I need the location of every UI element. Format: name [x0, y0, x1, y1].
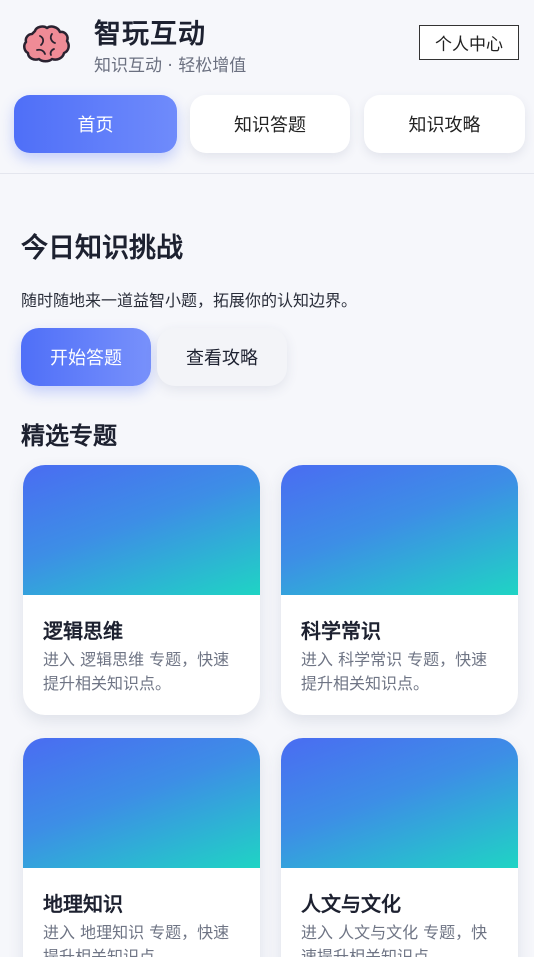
topic-cover-image	[23, 738, 260, 868]
topic-card-humanities[interactable]: 人文与文化 进入 人文与文化 专题，快速提升相关知识点。	[281, 738, 518, 957]
challenge-title: 今日知识挑战	[21, 233, 183, 264]
nav-divider	[0, 173, 534, 174]
app-title: 智玩互动	[94, 19, 206, 50]
profile-button[interactable]: 个人中心	[419, 25, 519, 60]
topic-title: 逻辑思维	[43, 619, 123, 643]
topic-title: 人文与文化	[301, 892, 401, 916]
topic-description: 进入 地理知识 专题，快速提升相关知识点。	[43, 923, 230, 957]
topic-description: 进入 科学常识 专题，快速提升相关知识点。	[301, 650, 488, 693]
topic-description: 进入 人文与文化 专题，快速提升相关知识点。	[301, 923, 488, 957]
app-root: 智玩互动 知识互动 · 轻松增值 个人中心 首页 知识答题 知识攻略 今日知识挑…	[0, 0, 534, 957]
featured-topics-title: 精选专题	[21, 422, 117, 450]
topic-title: 地理知识	[43, 892, 123, 916]
topic-card-science[interactable]: 科学常识 进入 科学常识 专题，快速提升相关知识点。	[281, 465, 518, 715]
tab-quiz[interactable]: 知识答题	[190, 95, 350, 153]
view-guides-button[interactable]: 查看攻略	[157, 328, 287, 386]
topic-title: 科学常识	[301, 619, 381, 643]
challenge-description: 随时随地来一道益智小题，拓展你的认知边界。	[21, 291, 358, 310]
topic-description: 进入 逻辑思维 专题，快速提升相关知识点。	[43, 650, 230, 693]
tab-home[interactable]: 首页	[14, 95, 177, 153]
header: 智玩互动 知识互动 · 轻松增值 个人中心	[0, 0, 534, 88]
topic-cover-image	[281, 465, 518, 595]
topic-card-logic[interactable]: 逻辑思维 进入 逻辑思维 专题，快速提升相关知识点。	[23, 465, 260, 715]
topic-cover-image	[281, 738, 518, 868]
topic-cover-image	[23, 465, 260, 595]
tab-guides[interactable]: 知识攻略	[364, 95, 525, 153]
topic-card-geography[interactable]: 地理知识 进入 地理知识 专题，快速提升相关知识点。	[23, 738, 260, 957]
start-quiz-button[interactable]: 开始答题	[21, 328, 151, 386]
brain-icon	[23, 25, 70, 63]
app-subtitle: 知识互动 · 轻松增值	[94, 56, 247, 76]
main-nav: 首页 知识答题 知识攻略	[0, 95, 534, 155]
